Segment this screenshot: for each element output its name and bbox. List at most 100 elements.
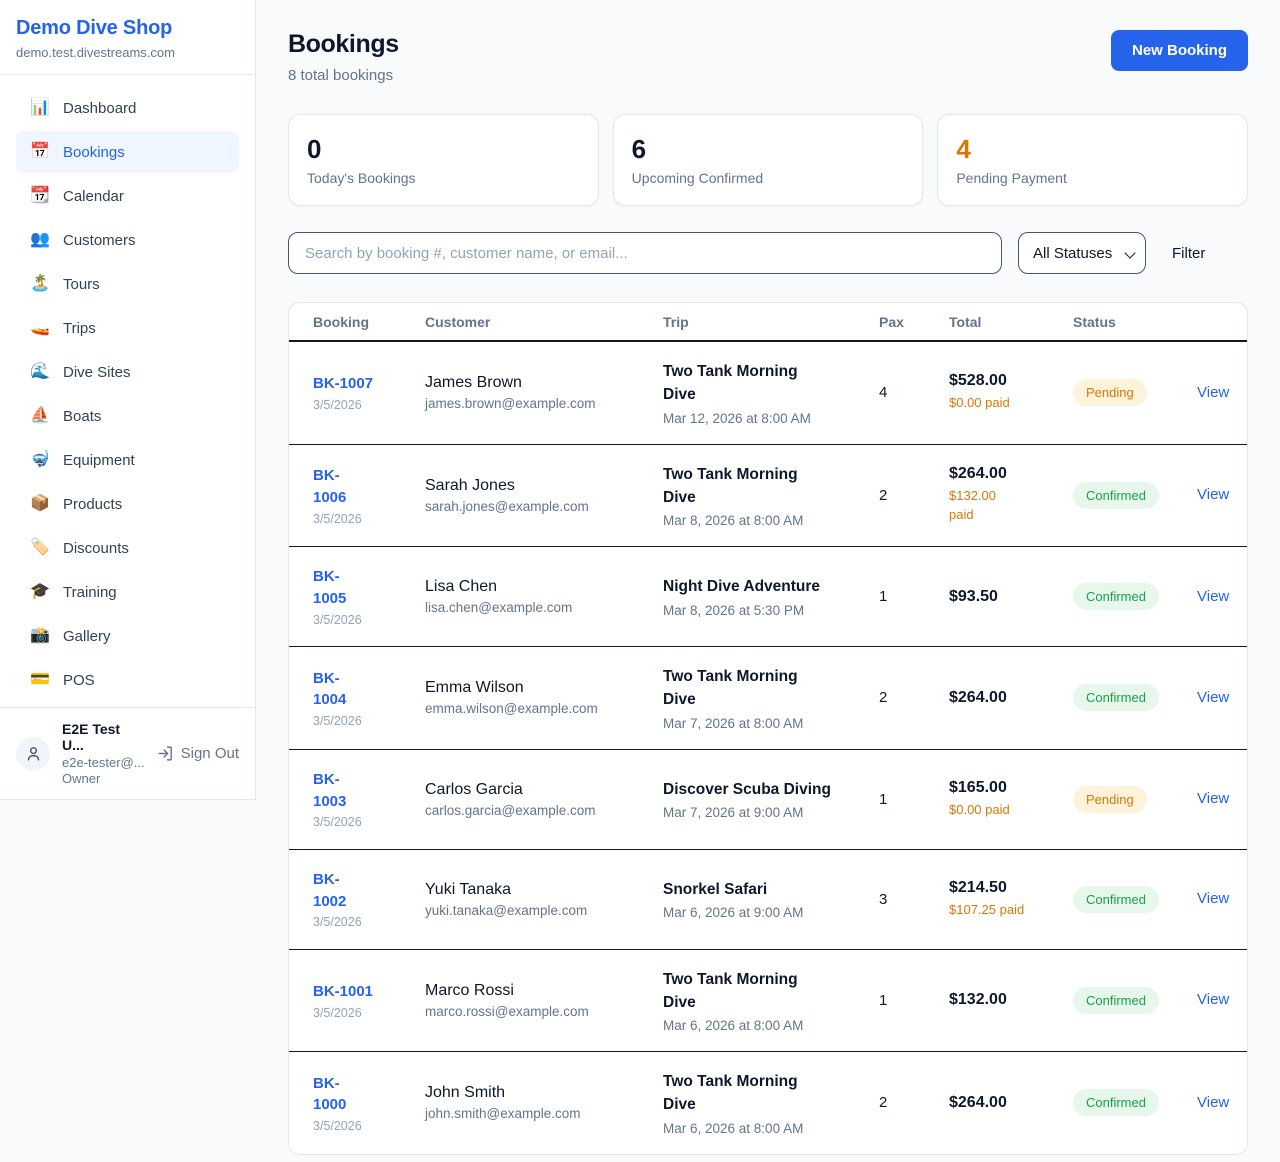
status-badge: Confirmed [1073, 684, 1159, 711]
table-row: BK-1006 3/5/2026 Sarah Jones sarah.jones… [289, 444, 1247, 547]
table-row: BK-1001 3/5/2026 Marco Rossi marco.rossi… [289, 949, 1247, 1052]
sidebar-item-equipment[interactable]: 🤿 Equipment [16, 439, 239, 481]
pax-count: 1 [879, 588, 949, 605]
sidebar-item-products[interactable]: 📦 Products [16, 483, 239, 525]
stat-value: 6 [632, 134, 905, 165]
view-link[interactable]: View [1197, 689, 1229, 706]
total-amount: $132.00 [949, 991, 1073, 1009]
customer-name: John Smith [425, 1084, 663, 1102]
booking-date: 3/5/2026 [313, 915, 425, 929]
booking-id-link[interactable]: BK-1005 [313, 566, 425, 610]
paid-amount: $132.00paid [949, 487, 1045, 525]
sidebar-item-discounts[interactable]: 🏷️ Discounts [16, 527, 239, 569]
sidebar-item-label: Customers [63, 232, 136, 249]
view-link[interactable]: View [1197, 1094, 1229, 1111]
booking-id-link[interactable]: BK-1002 [313, 869, 425, 913]
trip-name: Two Tank Morning Dive [663, 968, 831, 1015]
table-row: BK-1007 3/5/2026 James Brown james.brown… [289, 341, 1247, 444]
user-name: E2E Test U... [62, 721, 145, 753]
pax-count: 3 [879, 891, 949, 908]
view-link[interactable]: View [1197, 991, 1229, 1008]
status-badge: Pending [1073, 379, 1147, 406]
status-badge: Confirmed [1073, 482, 1159, 509]
sidebar-item-bookings[interactable]: 📅 Bookings [16, 131, 239, 173]
trip-date: Mar 12, 2026 at 8:00 AM [663, 411, 879, 426]
sidebar-header: Demo Dive Shop demo.test.divestreams.com [0, 0, 255, 75]
sign-out-button[interactable]: Sign Out [157, 745, 239, 762]
sidebar-item-gallery[interactable]: 📸 Gallery [16, 615, 239, 657]
customer-email: marco.rossi@example.com [425, 1004, 663, 1019]
sidebar-item-customers[interactable]: 👥 Customers [16, 219, 239, 261]
sidebar: Demo Dive Shop demo.test.divestreams.com… [0, 0, 256, 800]
sidebar-nav: 📊 Dashboard 📅 Bookings 📆 Calendar 👥 Cust… [0, 75, 255, 707]
customer-email: james.brown@example.com [425, 396, 663, 411]
page-header: Bookings 8 total bookings New Booking [288, 30, 1248, 84]
view-link[interactable]: View [1197, 790, 1229, 807]
sidebar-item-calendar[interactable]: 📆 Calendar [16, 175, 239, 217]
sidebar-item-pos[interactable]: 💳 POS [16, 659, 239, 701]
sidebar-item-trips[interactable]: 🚤 Trips [16, 307, 239, 349]
column-header-customer: Customer [425, 314, 663, 330]
new-booking-button[interactable]: New Booking [1111, 30, 1248, 71]
sidebar-item-label: Gallery [63, 628, 111, 645]
stat-card: 6 Upcoming Confirmed [613, 114, 924, 206]
sidebar-item-dive-sites[interactable]: 🌊 Dive Sites [16, 351, 239, 393]
sidebar-item-training[interactable]: 🎓 Training [16, 571, 239, 613]
booking-id-link[interactable]: BK-1004 [313, 668, 425, 712]
column-header-pax: Pax [879, 314, 949, 330]
customer-name: James Brown [425, 374, 663, 392]
view-link[interactable]: View [1197, 486, 1229, 503]
booking-date: 3/5/2026 [313, 613, 425, 627]
stat-label: Pending Payment [956, 170, 1229, 186]
column-header-status: Status [1073, 314, 1197, 330]
stat-label: Upcoming Confirmed [632, 170, 905, 186]
pax-count: 2 [879, 487, 949, 504]
trip-date: Mar 8, 2026 at 5:30 PM [663, 603, 879, 618]
total-amount: $264.00 [949, 1094, 1073, 1112]
paid-amount: $107.25 paid [949, 901, 1045, 920]
booking-date: 3/5/2026 [313, 714, 425, 728]
total-amount: $93.50 [949, 588, 1073, 606]
pax-count: 2 [879, 1094, 949, 1111]
view-link[interactable]: View [1197, 890, 1229, 907]
sidebar-item-dashboard[interactable]: 📊 Dashboard [16, 87, 239, 129]
table-row: BK-1000 3/5/2026 John Smith john.smith@e… [289, 1051, 1247, 1154]
column-header-total: Total [949, 314, 1073, 330]
user-role: Owner [62, 771, 145, 786]
trip-name: Two Tank Morning Dive [663, 463, 831, 510]
sidebar-item-boats[interactable]: ⛵ Boats [16, 395, 239, 437]
sidebar-item-label: Dive Sites [63, 364, 131, 381]
status-badge: Confirmed [1073, 583, 1159, 610]
total-amount: $528.00 [949, 372, 1073, 390]
user-email: e2e-tester@... [62, 755, 145, 770]
trip-name: Snorkel Safari [663, 878, 831, 901]
booking-id-link[interactable]: BK-1001 [313, 981, 425, 1003]
sidebar-item-label: Discounts [63, 540, 129, 557]
filter-button[interactable]: Filter [1162, 239, 1215, 268]
shop-domain: demo.test.divestreams.com [16, 45, 239, 60]
trip-name: Two Tank Morning Dive [663, 665, 831, 712]
booking-id-link[interactable]: BK-1006 [313, 465, 425, 509]
view-link[interactable]: View [1197, 588, 1229, 605]
sign-out-label: Sign Out [181, 745, 239, 762]
total-amount: $165.00 [949, 779, 1073, 797]
status-filter-select[interactable]: All Statuses [1018, 232, 1146, 274]
customer-email: lisa.chen@example.com [425, 600, 663, 615]
table-row: BK-1002 3/5/2026 Yuki Tanaka yuki.tanaka… [289, 849, 1247, 949]
trip-date: Mar 6, 2026 at 8:00 AM [663, 1121, 879, 1136]
page-subtitle: 8 total bookings [288, 67, 399, 84]
status-badge: Confirmed [1073, 886, 1159, 913]
booking-id-link[interactable]: BK-1007 [313, 373, 425, 395]
stat-value: 0 [307, 134, 580, 165]
booking-id-link[interactable]: BK-1003 [313, 769, 425, 813]
search-input[interactable] [288, 232, 1002, 274]
booking-date: 3/5/2026 [313, 1119, 425, 1133]
sidebar-item-tours[interactable]: 🏝️ Tours [16, 263, 239, 305]
booking-id-link[interactable]: BK-1000 [313, 1073, 425, 1117]
sidebar-item-label: Equipment [63, 452, 135, 469]
sidebar-item-label: Trips [63, 320, 96, 337]
view-link[interactable]: View [1197, 384, 1229, 401]
main-content: Bookings 8 total bookings New Booking 0 … [256, 0, 1280, 1162]
sidebar-item-label: Dashboard [63, 100, 136, 117]
stat-card: 0 Today's Bookings [288, 114, 599, 206]
